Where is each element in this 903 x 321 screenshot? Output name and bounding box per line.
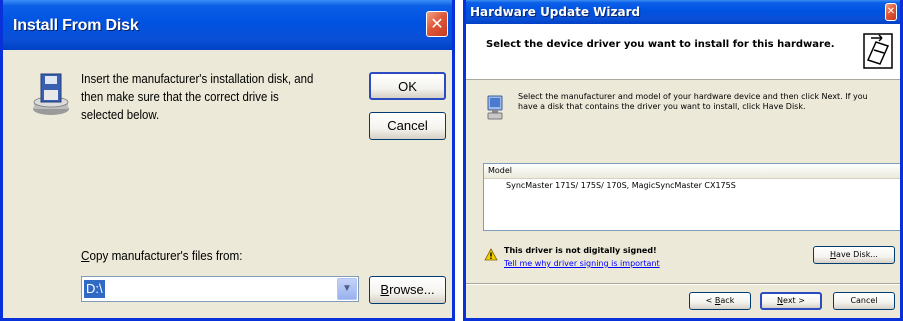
- wizard-description: Select the manufacturer and model of you…: [518, 92, 868, 111]
- model-column-header[interactable]: Model: [484, 164, 900, 179]
- chevron-down-icon[interactable]: ▼: [337, 278, 357, 300]
- path-combobox[interactable]: D:\ ▼: [81, 276, 359, 302]
- install-from-disk-dialog: Install From Disk ✕ Insert the manufactu…: [0, 0, 455, 321]
- ok-button[interactable]: OK: [369, 72, 446, 100]
- model-list[interactable]: Model SyncMaster 171S/ 175S/ 170S, Magic…: [483, 163, 900, 231]
- instruction-text: Insert the manufacturer's installation d…: [81, 71, 314, 122]
- monitor-icon: [487, 95, 503, 120]
- title-bar[interactable]: Install From Disk ✕: [3, 0, 452, 50]
- hardware-update-wizard: Hardware Update Wizard ✕ Select the devi…: [463, 0, 903, 321]
- path-value[interactable]: D:\: [84, 280, 105, 298]
- cancel-button[interactable]: Cancel: [833, 292, 895, 310]
- browse-button[interactable]: Browse...: [369, 276, 446, 304]
- title-bar[interactable]: Hardware Update Wizard ✕: [466, 0, 900, 24]
- list-item[interactable]: SyncMaster 171S/ 175S/ 170S, MagicSyncMa…: [484, 179, 900, 192]
- footer-divider: [466, 283, 900, 285]
- close-button[interactable]: ✕: [426, 11, 448, 37]
- wizard-title: Hardware Update Wizard: [470, 5, 641, 19]
- back-button[interactable]: < Back: [689, 292, 751, 310]
- have-disk-button[interactable]: Have Disk...: [813, 246, 895, 264]
- next-button[interactable]: Next >: [760, 292, 822, 310]
- wizard-header: Select the device driver you want to ins…: [466, 24, 900, 80]
- dialog-title: Install From Disk: [13, 17, 139, 34]
- close-button[interactable]: ✕: [885, 3, 897, 21]
- header-title: Select the device driver you want to ins…: [486, 39, 835, 50]
- copy-files-label: Copy manufacturer's files from:: [81, 248, 243, 263]
- cancel-button[interactable]: Cancel: [369, 112, 446, 140]
- warning-icon: [484, 248, 498, 261]
- hardware-wizard-icon: [862, 32, 894, 70]
- floppy-disk-install-icon: [33, 73, 69, 115]
- unsigned-driver-warning: This driver is not digitally signed!: [504, 246, 657, 255]
- driver-signing-link[interactable]: Tell me why driver signing is important: [504, 259, 660, 268]
